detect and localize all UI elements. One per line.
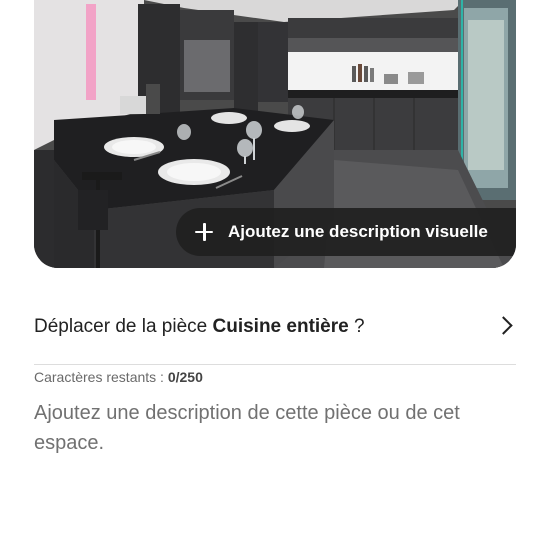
move-room-suffix: ?: [348, 316, 365, 337]
kitchen-photo[interactable]: Ajoutez une description visuelle: [34, 0, 516, 268]
add-visual-description-button[interactable]: Ajoutez une description visuelle: [176, 208, 516, 256]
plus-icon: [194, 222, 214, 242]
add-visual-description-label: Ajoutez une description visuelle: [228, 222, 488, 241]
description-input[interactable]: [34, 398, 516, 518]
move-room-text: Déplacer de la pièce Cuisine entière ?: [34, 316, 365, 338]
move-room-row[interactable]: Déplacer de la pièce Cuisine entière ?: [34, 300, 516, 354]
divider: [34, 364, 516, 365]
move-room-prefix: Déplacer de la pièce: [34, 316, 213, 337]
chevron-right-icon: [494, 316, 513, 335]
edit-photo-screen: Ajoutez une description visuelle Déplace…: [0, 0, 550, 550]
characters-remaining: Caractères restants : 0/250: [34, 369, 203, 385]
characters-remaining-count: 0/250: [167, 369, 203, 385]
characters-remaining-label: Caractères restants :: [34, 369, 168, 385]
room-name: Cuisine entière: [212, 316, 349, 337]
